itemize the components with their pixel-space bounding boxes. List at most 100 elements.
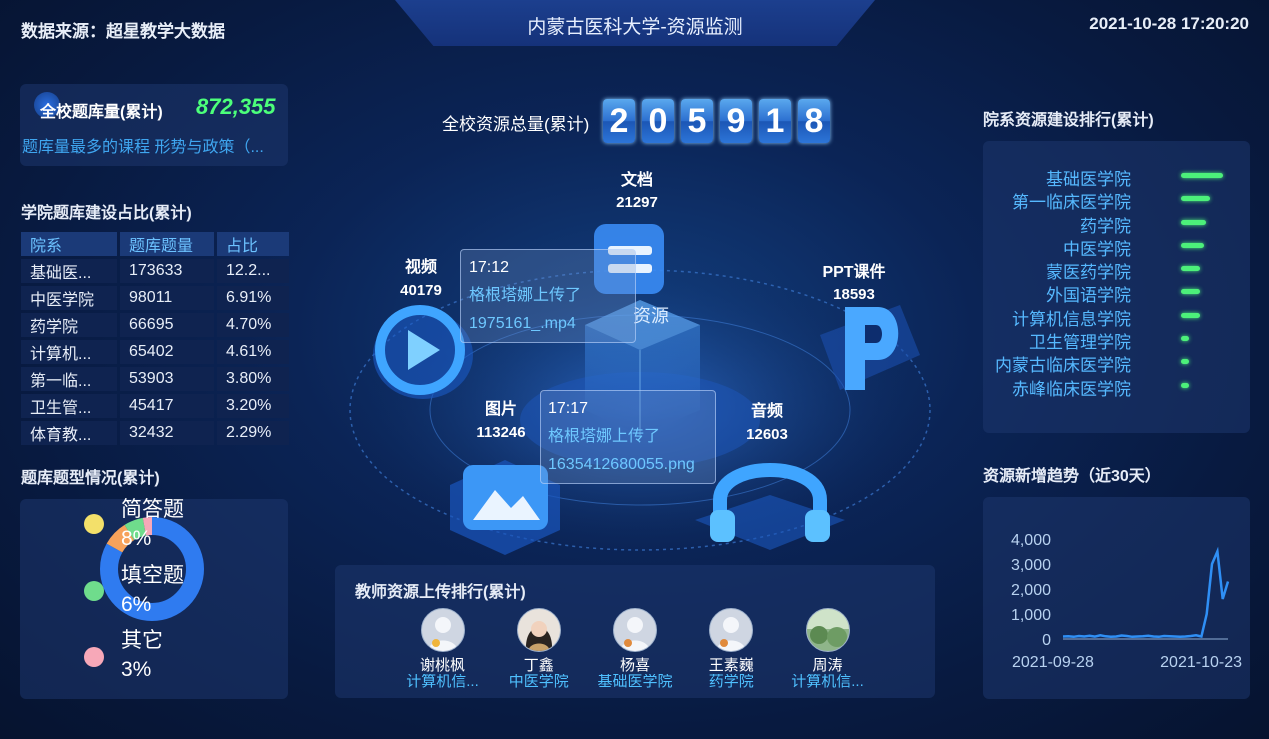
x-tick-label: 2021-09-28	[1012, 654, 1094, 671]
dept-name: 中医学院	[1063, 239, 1131, 259]
teacher-card[interactable]: 丁鑫 中医学院	[491, 608, 586, 690]
dept-ranking-bar	[1181, 219, 1207, 225]
table-row: 体育教... 32432 2.29%	[21, 421, 289, 445]
legend-item: 简答题 8%	[84, 498, 224, 564]
dept-name: 赤峰临床医学院	[1012, 379, 1131, 399]
avatar	[709, 608, 754, 652]
cell-dept: 卫生管...	[21, 394, 117, 418]
cell-dept: 药学院	[21, 313, 117, 337]
teacher-card[interactable]: 杨喜 基础医学院	[588, 608, 683, 690]
trend-line-chart: 4,000 3,000 2,000 1,000 0 2021-09-28 2021-10-2…	[1011, 532, 1242, 671]
notification-text: 格根塔娜上传了	[548, 428, 661, 445]
dept-ranking-bar	[1181, 336, 1190, 342]
col-header-share: 占比	[217, 232, 289, 256]
dept-ranking-bar	[1181, 312, 1200, 318]
legend-name: 简答题	[121, 498, 184, 521]
table-row: 药学院 66695 4.70%	[21, 313, 289, 337]
ppt-category-value: 18593	[833, 286, 875, 303]
page-title: 内蒙古医科大学-资源监测	[527, 17, 743, 38]
teacher-card[interactable]: 谢桃枫 计算机信...	[395, 608, 490, 690]
cell-count: 66695	[120, 313, 214, 337]
cell-dept: 第一临...	[21, 367, 117, 391]
avatar	[420, 608, 465, 652]
cell-share: 12.2...	[217, 259, 289, 283]
legend-dot-icon	[84, 581, 104, 601]
notification-time: 17:12	[469, 259, 510, 276]
dept-name: 药学院	[1080, 216, 1131, 236]
y-tick-label: 3,000	[1011, 557, 1051, 574]
table-row: 基础医... 173633 12.2...	[21, 259, 289, 283]
legend-pct: 8%	[121, 527, 152, 550]
notification-text: 格根塔娜上传了	[469, 287, 582, 304]
video-category-value: 40179	[400, 282, 442, 299]
cell-dept: 基础医...	[21, 259, 117, 283]
x-tick-label: 2021-10-23	[1160, 654, 1242, 671]
cell-dept: 体育教...	[21, 421, 117, 445]
dept-name: 基础医学院	[1046, 170, 1131, 189]
dept-ranking-row: 外国语学院	[983, 280, 1250, 305]
audio-category-value: 12603	[746, 426, 788, 443]
dept-ranking-bar	[1181, 359, 1190, 365]
cell-share: 2.29%	[217, 421, 289, 445]
table-header-row: 院系 题库题量 占比	[21, 232, 289, 256]
doc-category-label: 文档	[620, 172, 653, 189]
digit-tile: 9	[720, 99, 752, 143]
dept-ranking-row: 赤峰临床医学院	[983, 374, 1250, 399]
digit-tile: 8	[798, 99, 830, 143]
digit-tile: 1	[759, 99, 791, 143]
trend-series-line	[1062, 546, 1230, 639]
dept-ranking-bar	[1181, 196, 1211, 202]
dept-ranking-bar	[1181, 242, 1205, 248]
legend-dot-icon	[84, 647, 104, 667]
dept-ranking-bar	[1181, 266, 1200, 272]
legend-item: 其它 3%	[84, 629, 224, 696]
table-row: 中医学院 98011 6.91%	[21, 286, 289, 310]
teacher-name: 杨喜	[619, 657, 650, 674]
cell-count: 45417	[120, 394, 214, 418]
legend-item: 填空题 6%	[84, 564, 224, 630]
teacher-card[interactable]: 周涛 计算机信...	[780, 608, 875, 690]
cell-count: 65402	[120, 340, 214, 364]
teacher-dept: 中医学院	[508, 674, 569, 690]
table-row: 第一临... 53903 3.80%	[21, 367, 289, 391]
dept-ranking-row: 蒙医药学院	[983, 257, 1250, 282]
dept-ranking-row: 药学院	[983, 211, 1250, 236]
dept-ranking-row: 卫生管理学院	[983, 327, 1250, 352]
dept-ranking-row: 基础医学院	[983, 164, 1250, 189]
dept-name: 内蒙古临床医学院	[995, 356, 1131, 376]
y-tick-label: 0	[1042, 632, 1051, 649]
teacher-dept: 计算机信...	[406, 674, 479, 690]
dept-ranking-row: 内蒙古临床医学院	[983, 350, 1250, 376]
dept-ranking-row: 中医学院	[983, 234, 1250, 259]
cell-share: 3.20%	[217, 394, 289, 418]
data-source-label: 数据来源：超星教学大数据	[21, 22, 225, 41]
dept-ranking-bar	[1181, 382, 1190, 388]
teacher-dept: 基础医学院	[597, 674, 673, 690]
legend-pct: 3%	[121, 658, 152, 681]
y-tick-label: 4,000	[1011, 532, 1051, 549]
upload-notification: 17:12 格根塔娜上传了 1975161_.mp4	[460, 249, 636, 343]
teacher-dept: 计算机信...	[791, 674, 864, 690]
cell-share: 4.70%	[217, 313, 289, 337]
doc-category-value: 21297	[616, 194, 658, 211]
college-share-table: 院系 题库题量 占比 基础医... 173633 12.2... 中医学院 98011 6…	[18, 229, 292, 448]
cell-count: 98011	[120, 286, 214, 310]
cell-dept: 计算机...	[21, 340, 117, 364]
digit-tile: 2	[603, 99, 635, 143]
table-row: 卫生管... 45417 3.20%	[21, 394, 289, 418]
digit-tile: 0	[642, 99, 674, 143]
cell-dept: 中医学院	[21, 286, 117, 310]
college-share-title: 学院题库建设占比(累计)	[21, 205, 192, 222]
image-category-label: 图片	[484, 401, 517, 418]
video-category-label: 视频	[404, 259, 437, 276]
legend-pct: 6%	[121, 593, 152, 616]
top-course-link[interactable]: 题库量最多的课程 形势与政策（...	[22, 133, 264, 157]
dept-ranking-list: 基础医学院 第一临床医学院 药学院 中医学院 蒙医药学院 外国语学院 计算机信息学院 卫生管理…	[983, 164, 1250, 399]
teacher-card[interactable]: 王素巍 药学院	[684, 608, 779, 690]
audio-category-label: 音频	[750, 403, 783, 420]
cell-count: 53903	[120, 367, 214, 391]
dept-ranking-bar	[1181, 173, 1223, 178]
cell-share: 3.80%	[217, 367, 289, 391]
question-types-title: 题库题型情况(累计)	[21, 470, 160, 487]
image-category-value: 113246	[476, 424, 526, 441]
